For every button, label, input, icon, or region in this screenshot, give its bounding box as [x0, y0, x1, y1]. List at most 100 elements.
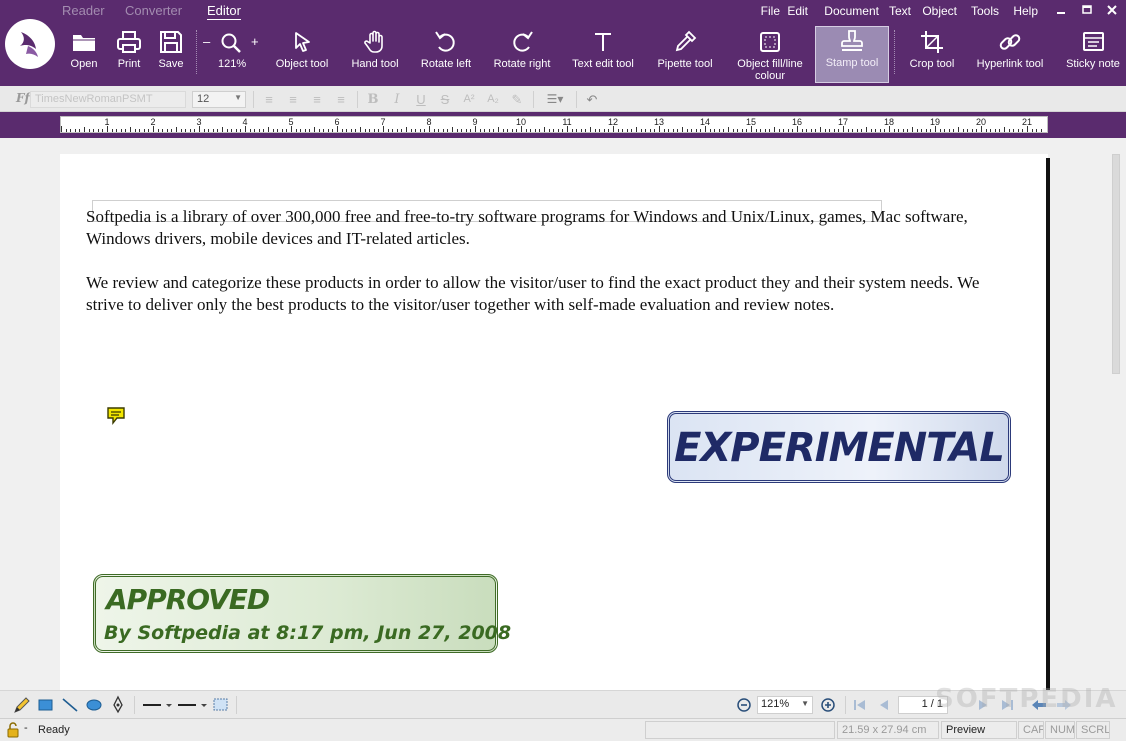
ruler-tick — [530, 129, 532, 132]
line-style-select[interactable] — [177, 695, 209, 715]
previous-page-button[interactable] — [876, 697, 892, 713]
crop-tool-button[interactable]: Crop tool — [903, 28, 961, 84]
vertical-scrollbar[interactable] — [1109, 138, 1126, 690]
rotate-left-button[interactable]: Rotate left — [416, 28, 476, 84]
app-logo[interactable] — [5, 19, 55, 69]
ruler-tick — [824, 129, 826, 132]
font-name-field[interactable]: TimesNewRomanPSMT — [30, 91, 186, 108]
italic-icon[interactable]: I — [388, 91, 406, 108]
frame-select-tool[interactable] — [211, 695, 231, 715]
maximize-button[interactable] — [1077, 3, 1097, 21]
ruler-tick — [953, 129, 955, 132]
sticky-note-button[interactable]: Sticky note — [1062, 28, 1124, 84]
fill-frame-icon — [760, 32, 780, 52]
ruler-tick — [102, 129, 104, 132]
rotate-right-button[interactable]: Rotate right — [488, 28, 556, 84]
menu-text[interactable]: Text — [889, 4, 911, 18]
document-canvas[interactable]: Softpedia is a library of over 300,000 f… — [0, 138, 1126, 690]
ruler-tick — [341, 129, 343, 132]
menu-help[interactable]: Help — [1013, 4, 1038, 18]
sticky-note-annotation-icon[interactable] — [106, 406, 126, 428]
superscript-icon[interactable]: A² — [460, 91, 478, 108]
ruler-tick — [166, 129, 168, 132]
paragraph-2[interactable]: We review and categorize these products … — [86, 272, 1001, 316]
pencil-tool[interactable] — [12, 695, 32, 715]
underline-icon[interactable]: U — [412, 91, 430, 108]
folder-icon — [73, 35, 95, 51]
rotate-left-label: Rotate left — [420, 58, 472, 70]
tab-reader[interactable]: Reader — [62, 3, 105, 18]
strikethrough-icon[interactable]: S — [436, 91, 454, 108]
tab-converter[interactable]: Converter — [125, 3, 182, 18]
zoom-in-button-bottom[interactable] — [819, 695, 839, 715]
object-tool-button[interactable]: Object tool — [270, 28, 334, 84]
stamp-experimental[interactable]: EXPERIMENTAL — [667, 411, 1011, 483]
zoom-out-button-bottom[interactable] — [735, 695, 755, 715]
page-dimensions: 21.59 x 27.94 cm — [837, 721, 939, 739]
print-label: Print — [117, 58, 141, 70]
menu-file[interactable]: File — [761, 4, 780, 18]
highlight-marker-icon[interactable]: ✎ — [508, 91, 526, 108]
magnifier-icon[interactable] — [220, 32, 242, 54]
previous-page-icon — [880, 700, 888, 710]
open-label: Open — [70, 58, 98, 70]
ruler-tick — [470, 129, 472, 132]
subscript-icon[interactable]: A₂ — [484, 91, 502, 108]
ruler-number: 11 — [562, 117, 572, 127]
line-tool[interactable] — [60, 695, 80, 715]
align-left-icon[interactable]: ≡ — [260, 91, 278, 108]
zoom-in-button[interactable]: + — [251, 34, 259, 49]
chain-link-icon — [999, 34, 1021, 50]
ruler-tick — [277, 129, 279, 132]
open-button[interactable]: Open — [66, 28, 102, 84]
ruler-number: 6 — [334, 117, 340, 127]
hand-tool-button[interactable]: Hand tool — [345, 28, 405, 84]
ruler-tick — [879, 129, 881, 132]
pdf-page[interactable]: Softpedia is a library of over 300,000 f… — [60, 154, 1048, 690]
menu-object[interactable]: Object — [922, 4, 957, 18]
ruler-tick — [419, 129, 421, 132]
zoom-select[interactable]: 121% ▼ — [757, 696, 813, 714]
font-size-select[interactable]: 12 ▼ — [192, 91, 246, 108]
line-width-select[interactable] — [142, 695, 174, 715]
menu-document[interactable]: Document — [824, 4, 879, 18]
ruler-tick — [120, 129, 122, 132]
scrollbar-thumb[interactable] — [1112, 154, 1120, 374]
pipette-tool-button[interactable]: Pipette tool — [652, 28, 718, 84]
text-edit-tool-button[interactable]: Text edit tool — [566, 28, 640, 84]
align-right-icon[interactable]: ≡ — [308, 91, 326, 108]
undo-arrow-icon[interactable]: ↶ — [583, 91, 601, 108]
ruler-tick — [594, 129, 596, 132]
hyperlink-tool-button[interactable]: Hyperlink tool — [970, 28, 1050, 84]
align-center-icon[interactable]: ≡ — [284, 91, 302, 108]
minimize-button[interactable] — [1051, 3, 1071, 21]
ellipse-tool[interactable] — [84, 695, 104, 715]
zoom-out-button[interactable]: – — [203, 34, 210, 49]
stamp-tool-button[interactable]: Stamp tool — [815, 26, 889, 83]
tab-editor[interactable]: Editor — [207, 3, 241, 20]
pen-tool[interactable] — [108, 695, 128, 715]
ruler-tick — [157, 129, 159, 132]
ruler-tick — [369, 129, 371, 132]
ruler-tick — [332, 129, 334, 132]
object-fill-line-colour-button[interactable]: Object fill/line colour — [730, 28, 810, 84]
first-page-button[interactable] — [852, 697, 868, 713]
bold-icon[interactable]: B — [364, 91, 382, 108]
menu-edit[interactable]: Edit — [787, 4, 808, 18]
stamp-approved[interactable]: APPROVED By Softpedia at 8:17 pm, Jun 27… — [93, 574, 511, 653]
ruler-tick — [792, 129, 794, 132]
line-spacing-icon[interactable]: ☰▾ — [541, 91, 569, 108]
dashed-frame-icon — [213, 698, 228, 711]
preview-indicator[interactable]: Preview — [941, 721, 1017, 739]
menu-tools[interactable]: Tools — [971, 4, 999, 18]
save-button[interactable]: Save — [154, 28, 188, 84]
paragraph-1[interactable]: Softpedia is a library of over 300,000 f… — [86, 206, 1001, 250]
print-button[interactable]: Print — [112, 28, 146, 84]
ruler-tick — [318, 129, 320, 132]
ruler-tick — [861, 129, 863, 132]
rectangle-tool[interactable] — [36, 695, 56, 715]
hand-tool-label: Hand tool — [351, 58, 399, 70]
align-justify-icon[interactable]: ≡ — [332, 91, 350, 108]
text-t-icon — [595, 33, 611, 51]
close-button[interactable] — [1102, 3, 1122, 21]
